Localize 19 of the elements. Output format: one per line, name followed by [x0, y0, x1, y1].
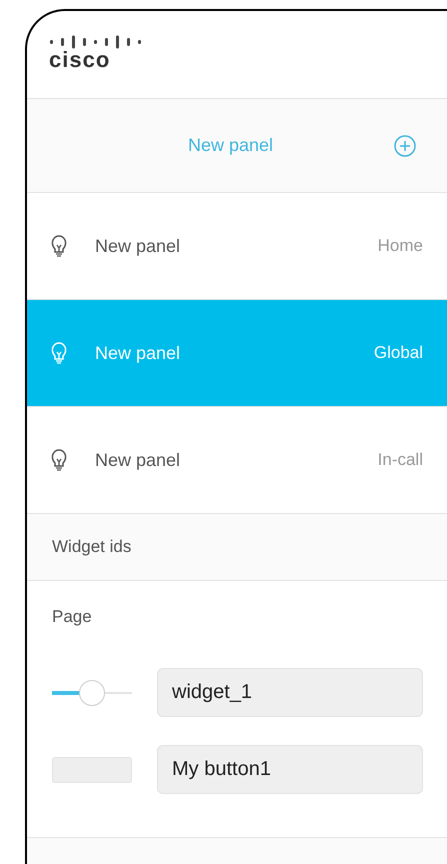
slider-thumb[interactable]	[79, 680, 105, 706]
header-title: New panel	[188, 135, 274, 156]
add-button[interactable]	[393, 134, 417, 158]
widget-id-field[interactable]: My button1	[157, 745, 423, 794]
logo-text: cisco	[49, 49, 112, 71]
panel-name: New panel	[95, 450, 180, 470]
button-preview[interactable]	[52, 756, 132, 782]
page-title: Page	[52, 607, 93, 627]
panel-location: Global	[374, 343, 423, 363]
panel-name: New panel	[95, 342, 180, 364]
lightbulb-icon	[51, 342, 67, 364]
section-title: Widget ids	[52, 537, 132, 557]
slider[interactable]	[52, 680, 132, 706]
panel-location: In-call	[378, 450, 423, 470]
lightbulb-icon	[51, 449, 67, 471]
lightbulb-icon	[51, 235, 67, 257]
panel-location: Home	[378, 236, 423, 256]
panel-name: New panel	[95, 236, 180, 256]
widget-id-field[interactable]: widget_1	[157, 668, 423, 717]
